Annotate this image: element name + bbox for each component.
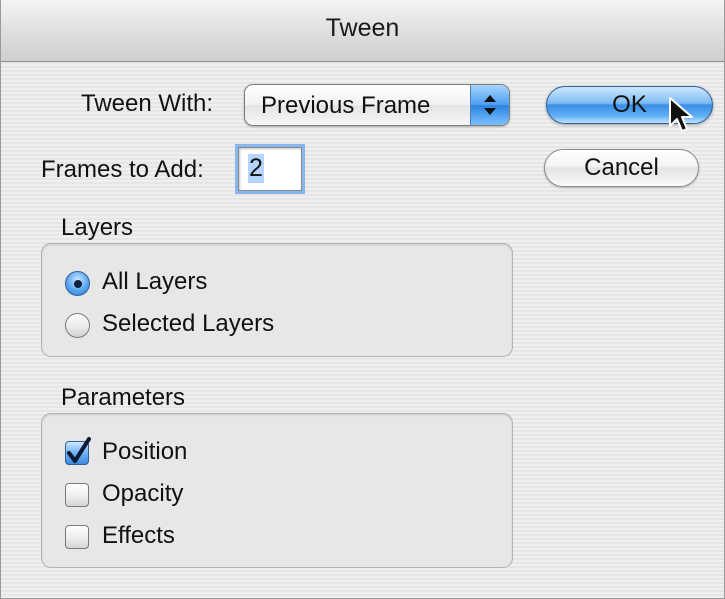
frames-to-add-label: Frames to Add: [41,156,204,183]
title-bar[interactable]: Tween [1,0,724,62]
layers-heading: Layers [61,214,134,241]
effects-label: Effects [102,522,175,549]
position-label: Position [102,438,188,465]
tween-dialog: Tween Tween With: Previous Frame OK Canc… [0,0,725,599]
checkbox-checked[interactable] [65,437,91,465]
radio-button[interactable] [65,313,90,338]
parameters-group: Position Opacity Effects [41,413,513,568]
tween-with-label: Tween With: [81,90,214,117]
tween-with-select[interactable]: Previous Frame [244,84,510,126]
radio-button-selected[interactable] [65,271,90,296]
mouse-pointer-icon [669,97,693,132]
up-down-arrows-icon [470,85,509,125]
layers-group: All Layers Selected Layers [41,243,513,357]
frames-to-add-field[interactable]: 2 [238,147,302,191]
checkmark-icon [67,437,91,463]
cancel-button[interactable]: Cancel [544,149,699,187]
checkbox-unchecked[interactable] [65,483,89,507]
frames-to-add-value: 2 [248,154,264,183]
opacity-label: Opacity [102,480,184,507]
window-title: Tween [325,14,400,42]
parameters-heading: Parameters [61,384,186,411]
all-layers-label: All Layers [102,268,208,295]
selected-layers-label: Selected Layers [102,310,275,337]
tween-with-value: Previous Frame [261,92,431,119]
checkbox-unchecked[interactable] [65,525,89,549]
